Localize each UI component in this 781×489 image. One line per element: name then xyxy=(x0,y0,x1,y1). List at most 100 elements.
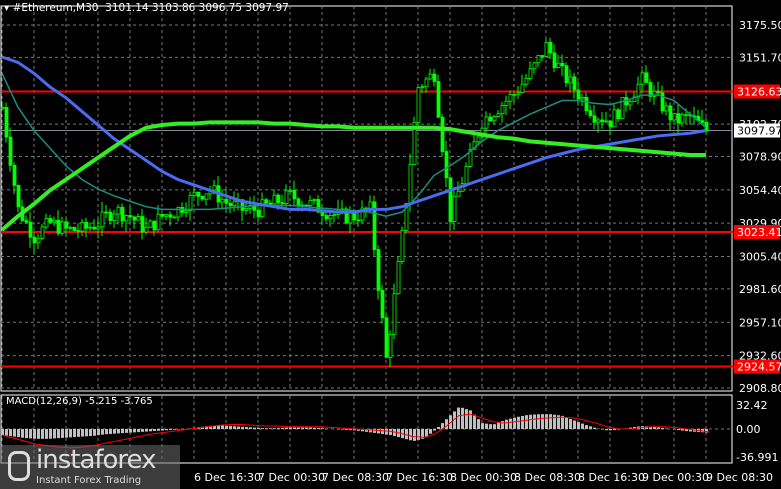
candle-body xyxy=(4,107,9,138)
symbol-label: #Ethereum,M30 xyxy=(12,2,99,14)
macd-histogram-bar xyxy=(25,429,28,439)
macd-histogram-bar xyxy=(569,418,572,429)
candle-body xyxy=(432,73,437,82)
candle-body xyxy=(288,190,293,192)
macd-histogram-bar xyxy=(561,415,564,429)
macd-histogram-bar xyxy=(37,429,40,439)
macd-histogram-bar xyxy=(457,407,460,429)
candle-body xyxy=(520,83,525,94)
macd-histogram-bar xyxy=(53,429,56,439)
macd-histogram-bar xyxy=(257,427,260,429)
candle-body xyxy=(584,96,589,112)
macd-histogram-bar xyxy=(429,429,432,434)
candle-body xyxy=(296,198,301,207)
candle-body xyxy=(508,93,513,102)
candle-body xyxy=(572,76,577,91)
candle-body xyxy=(556,62,561,69)
macd-histogram-bar xyxy=(297,427,300,429)
y-tick-label: 3054.40 xyxy=(739,184,781,197)
candle-body xyxy=(388,333,393,358)
candle-body xyxy=(68,226,73,229)
candle-body xyxy=(648,82,653,97)
price-chart[interactable]: 3175.503151.703102.703078.903054.403029.… xyxy=(0,0,781,489)
candle-body xyxy=(400,229,405,262)
candle-body xyxy=(64,221,69,229)
candle-body xyxy=(576,89,581,100)
candle-body xyxy=(668,105,673,121)
candle-body xyxy=(384,317,389,358)
candle-body xyxy=(352,212,357,221)
candle-body xyxy=(328,214,333,220)
y-tick-label: 2981.60 xyxy=(739,283,781,296)
macd-histogram-bar xyxy=(281,427,284,429)
macd-histogram-bar xyxy=(221,425,224,429)
macd-histogram-bar xyxy=(229,426,232,429)
macd-histogram-bar xyxy=(241,426,244,429)
macd-histogram-bar xyxy=(261,428,264,429)
candle-body xyxy=(280,202,285,205)
candle-body xyxy=(528,68,533,79)
candle-body xyxy=(160,213,165,217)
macd-histogram-bar xyxy=(665,428,668,429)
y-tick-label: 3005.40 xyxy=(739,251,781,264)
macd-histogram-bar xyxy=(469,410,472,429)
candle-body xyxy=(320,211,325,216)
macd-histogram-bar xyxy=(301,427,304,429)
candle-body xyxy=(8,136,13,166)
macd-tick-label: 0.00 xyxy=(736,423,761,436)
macd-histogram-bar xyxy=(553,414,556,429)
macd-histogram-bar xyxy=(237,426,240,429)
macd-histogram-bar xyxy=(169,429,172,430)
macd-histogram-bar xyxy=(141,429,144,432)
candle-body xyxy=(604,120,609,123)
macd-histogram-bar xyxy=(609,429,612,431)
candle-body xyxy=(396,260,401,295)
candle-body xyxy=(380,290,385,319)
candle-body xyxy=(100,211,105,228)
macd-histogram-bar xyxy=(613,429,616,431)
candle-body xyxy=(148,220,153,228)
macd-histogram-bar xyxy=(277,428,280,429)
macd-histogram-bar xyxy=(525,415,528,429)
candle-body xyxy=(676,113,681,124)
macd-histogram-bar xyxy=(465,409,468,429)
macd-histogram-bar xyxy=(373,429,376,433)
candle-body xyxy=(272,194,277,205)
candle-body xyxy=(616,109,621,120)
macd-histogram-bar xyxy=(85,429,88,437)
candle-body xyxy=(120,206,125,222)
macd-histogram-bar xyxy=(273,428,276,429)
macd-histogram-bar xyxy=(101,429,104,435)
macd-histogram-bar xyxy=(445,419,448,429)
candle-body xyxy=(156,213,161,231)
candle-body xyxy=(608,120,613,128)
level-price-label: 2924.57 xyxy=(737,361,781,374)
candle-body xyxy=(524,78,529,85)
candle-body xyxy=(132,216,137,221)
candle-body xyxy=(188,194,193,212)
macd-histogram-bar xyxy=(13,429,16,437)
macd-histogram-bar xyxy=(481,423,484,429)
macd-histogram-bar xyxy=(477,419,480,429)
candle-body xyxy=(532,62,537,70)
candle-body xyxy=(684,114,689,116)
macd-histogram-bar xyxy=(485,423,488,429)
candle-body xyxy=(700,120,705,123)
candle-body xyxy=(656,90,661,94)
candle-body xyxy=(28,221,33,238)
instaforex-logo: instaforex Instant Forex Trading xyxy=(0,445,180,489)
macd-histogram-bar xyxy=(565,417,568,429)
macd-histogram-bar xyxy=(673,429,676,430)
candle-body xyxy=(628,101,633,106)
macd-label: MACD(12,26,9) -5.215 -3.765 xyxy=(6,396,153,407)
macd-histogram-bar xyxy=(249,427,252,429)
macd-histogram-bar xyxy=(409,429,412,441)
candle-body xyxy=(428,73,433,80)
macd-histogram-bar xyxy=(61,429,64,438)
macd-histogram-bar xyxy=(681,429,684,431)
y-tick-label: 3078.90 xyxy=(739,150,781,163)
candle-body xyxy=(444,151,449,179)
candle-body xyxy=(72,226,77,232)
macd-histogram-bar xyxy=(125,429,128,433)
candle-body xyxy=(304,204,309,207)
